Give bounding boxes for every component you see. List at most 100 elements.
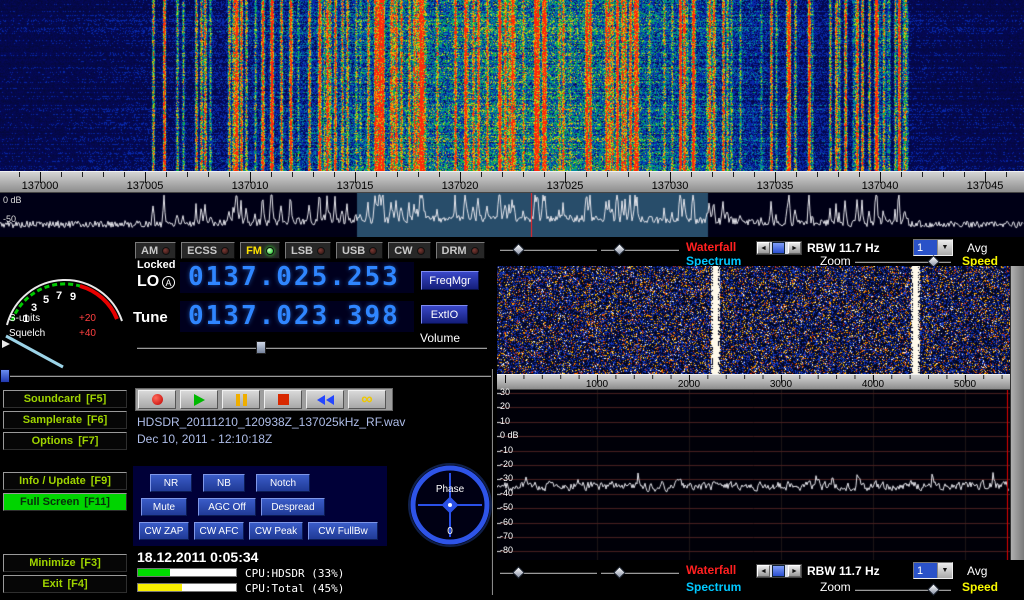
volume-slider-handle[interactable]	[256, 341, 266, 354]
zoom-scroll-thumb[interactable]	[772, 242, 785, 254]
mode-bar: AM ECSS FM LSB USB CW DRM	[135, 242, 485, 259]
cpu-total-bar	[137, 583, 237, 592]
despread-button[interactable]: Despread	[261, 498, 325, 516]
avg-dropdown-bottom[interactable]: 1 ▼	[913, 562, 953, 579]
cw-afc-button[interactable]: CW AFC	[194, 522, 244, 540]
speed-label-bottom: Speed	[962, 580, 998, 594]
af-db-label: -10	[500, 445, 513, 455]
right-scrollbar[interactable]	[1010, 266, 1024, 560]
lo-frequency-display[interactable]: 0137.025.253	[180, 262, 414, 293]
spectrum-tab-bottom[interactable]: Spectrum	[686, 580, 741, 594]
af-waterfall-display[interactable]	[497, 266, 1010, 374]
hdsdr-app: 137000 137005 137010 137015 137020 13702…	[0, 0, 1024, 600]
scroll-left-icon[interactable]: ◄	[757, 565, 770, 577]
tune-frequency-display[interactable]: 0137.023.398	[180, 301, 414, 332]
pause-icon	[236, 394, 247, 406]
mode-cw-button[interactable]: CW	[388, 242, 430, 259]
main-spectrum-display[interactable]	[0, 193, 1024, 237]
extio-button[interactable]: ExtIO	[421, 305, 468, 324]
button-key: [F5]	[86, 393, 106, 405]
af-db-label: -40	[500, 488, 513, 498]
frequency-ruler[interactable]: 137000 137005 137010 137015 137020 13702…	[0, 171, 1024, 193]
soundcard-button[interactable]: Soundcard[F5]	[3, 390, 127, 408]
zoom-scrollbar[interactable]: ◄ ►	[756, 241, 802, 255]
wf2-contrast-slider-handle[interactable]	[613, 566, 626, 579]
af-spectrum-display[interactable]	[497, 390, 1010, 560]
cw-zap-button[interactable]: CW ZAP	[139, 522, 189, 540]
fullscreen-button[interactable]: Full Screen[F11]	[3, 493, 127, 511]
af-ruler-label: 1000	[567, 379, 627, 390]
rewind-button[interactable]	[306, 390, 344, 409]
dropdown-arrow-icon[interactable]: ▼	[937, 563, 952, 578]
loop-button[interactable]: ∞	[348, 390, 386, 409]
mute-button[interactable]: Mute	[141, 498, 187, 516]
cw-peak-button[interactable]: CW Peak	[249, 522, 303, 540]
freqmgr-button[interactable]: FreqMgr	[421, 271, 479, 290]
pause-button[interactable]	[222, 390, 260, 409]
cpu-hdsdr-label: CPU:HDSDR (33%)	[245, 567, 344, 580]
af-db-label: 10	[500, 416, 510, 426]
scroll-right-icon[interactable]: ►	[788, 242, 801, 254]
waterfall-tab-bottom[interactable]: Waterfall	[686, 563, 736, 577]
zoom-scroll-thumb[interactable]	[772, 565, 785, 577]
af-frequency-ruler[interactable]: 1000 2000 3000 4000 5000	[497, 374, 1010, 390]
nr-button[interactable]: NR	[150, 474, 192, 492]
info-update-button[interactable]: Info / Update[F9]	[3, 472, 127, 490]
avg-dropdown-value: 1	[914, 563, 937, 578]
mode-label: USB	[342, 245, 365, 257]
dropdown-arrow-icon[interactable]: ▼	[937, 240, 952, 255]
avg-dropdown[interactable]: 1 ▼	[913, 239, 953, 256]
button-label: Exit	[42, 578, 62, 590]
cw-fullbw-button[interactable]: CW FullBw	[308, 522, 378, 540]
samplerate-button[interactable]: Samplerate[F6]	[3, 411, 127, 429]
rewind-icon	[317, 395, 334, 405]
recording-filename: HDSDR_20111210_120938Z_137025kHz_RF.wav	[137, 415, 405, 429]
mode-am-button[interactable]: AM	[135, 242, 176, 259]
mode-usb-button[interactable]: USB	[336, 242, 383, 259]
mode-ecss-button[interactable]: ECSS	[181, 242, 235, 259]
lock-badge[interactable]: A	[162, 276, 175, 289]
zoom-slider-bottom-handle[interactable]	[927, 583, 940, 596]
play-icon	[194, 394, 205, 406]
wf2-brightness-slider-handle[interactable]	[512, 566, 525, 579]
mode-label: FM	[246, 245, 262, 257]
main-waterfall-display[interactable]	[0, 0, 1024, 171]
exit-button[interactable]: Exit [F4]	[3, 575, 127, 593]
notch-button[interactable]: Notch	[256, 474, 310, 492]
rbw-label: RBW 11.7 Hz	[807, 241, 880, 255]
minimize-button[interactable]: Minimize[F3]	[3, 554, 127, 572]
record-button[interactable]	[138, 390, 176, 409]
squelch-marker[interactable]	[2, 340, 10, 348]
zoom-scroll-track[interactable]	[770, 242, 788, 254]
mode-drm-button[interactable]: DRM	[436, 242, 485, 259]
wf-brightness-slider-handle[interactable]	[512, 243, 525, 256]
button-label: Options	[32, 435, 74, 447]
mode-led-icon	[317, 247, 325, 255]
button-key: [F11]	[84, 496, 110, 508]
audio-gain-slider[interactable]	[10, 375, 491, 377]
play-button[interactable]	[180, 390, 218, 409]
mode-led-icon	[162, 247, 170, 255]
mode-lsb-button[interactable]: LSB	[285, 242, 331, 259]
mode-led-icon	[266, 247, 274, 255]
mode-label: LSB	[291, 245, 313, 257]
af-db-label: -80	[500, 545, 513, 555]
waterfall-tab[interactable]: Waterfall	[686, 240, 736, 254]
options-button[interactable]: Options[F7]	[3, 432, 127, 450]
scroll-left-icon[interactable]: ◄	[757, 242, 770, 254]
zoom-scroll-track[interactable]	[770, 565, 788, 577]
recording-timestamp: Dec 10, 2011 - 12:10:18Z	[137, 432, 272, 446]
button-key: [F9]	[91, 475, 111, 487]
zoom-scrollbar-bottom[interactable]: ◄ ►	[756, 564, 802, 578]
scroll-right-icon[interactable]: ►	[788, 565, 801, 577]
audio-gain-slider-handle[interactable]	[0, 369, 10, 383]
meter-tick: 9	[70, 291, 76, 303]
stop-button[interactable]	[264, 390, 302, 409]
nb-button[interactable]: NB	[203, 474, 245, 492]
volume-slider[interactable]	[137, 347, 487, 349]
button-key: [F4]	[68, 578, 88, 590]
agc-off-button[interactable]: AGC Off	[198, 498, 256, 516]
wf-contrast-slider-handle[interactable]	[613, 243, 626, 256]
meter-tick: 5	[43, 294, 49, 306]
mode-fm-button[interactable]: FM	[240, 242, 280, 259]
